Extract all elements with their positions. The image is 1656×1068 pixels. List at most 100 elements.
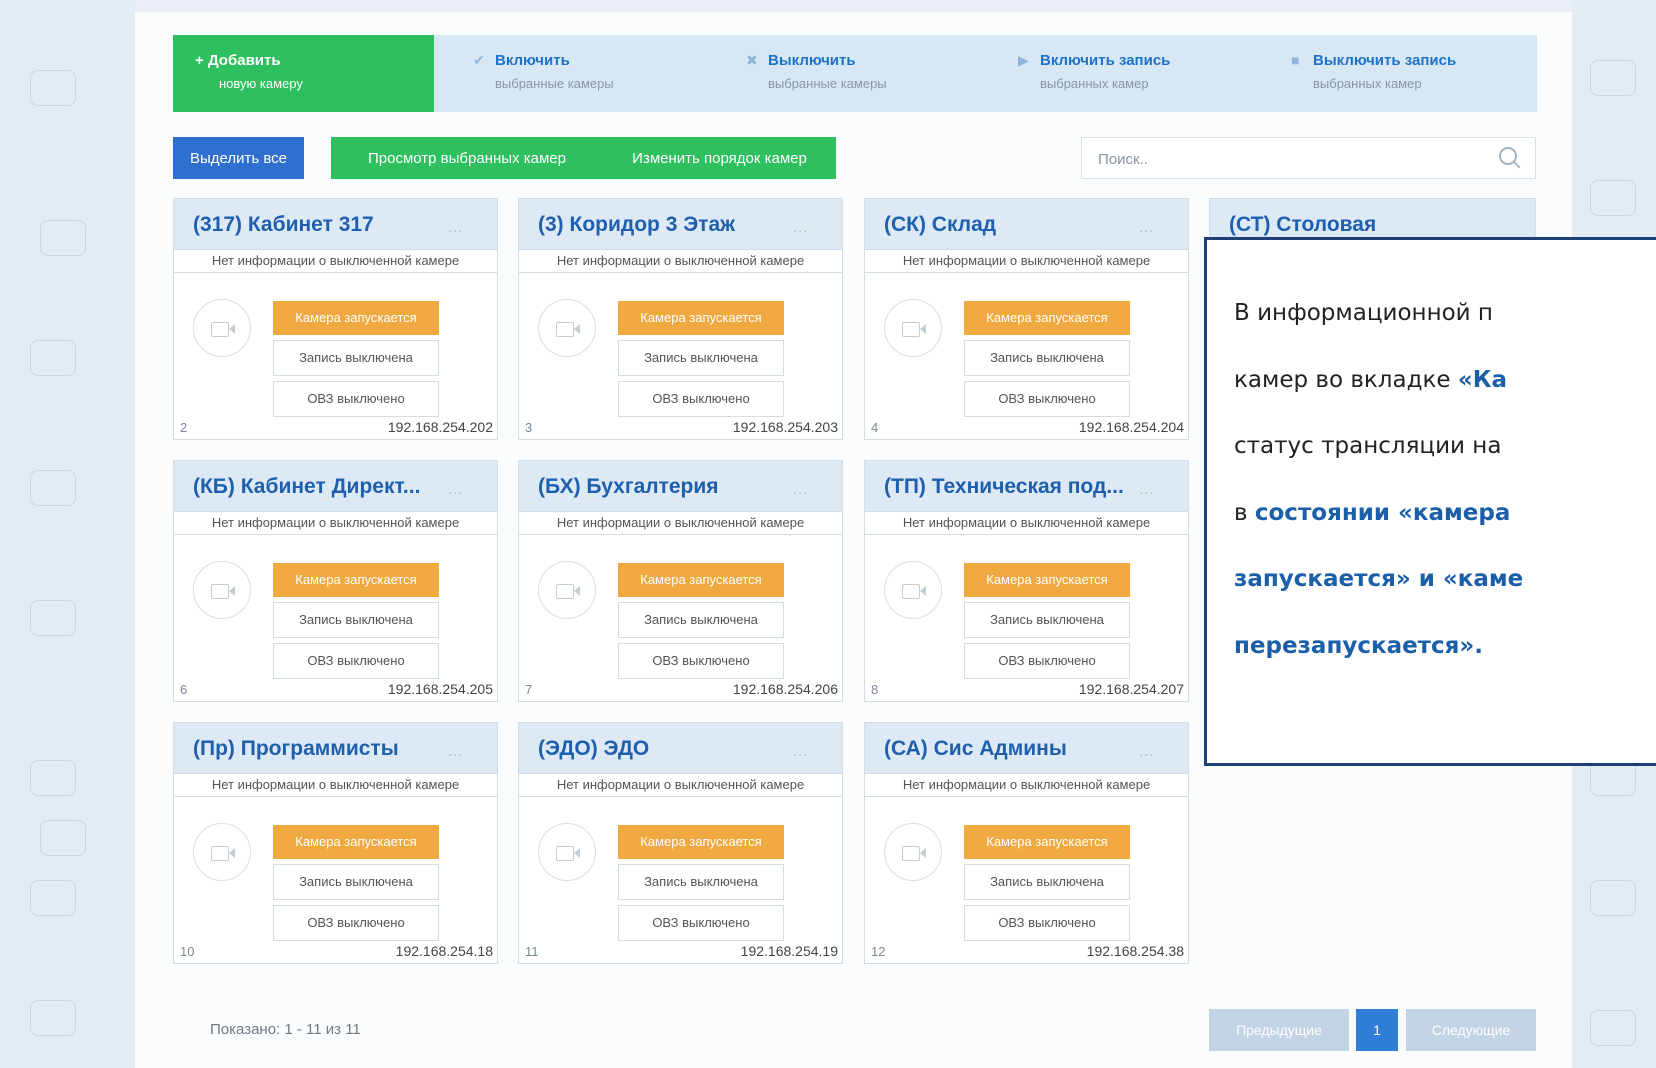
camera-number: 12 <box>871 944 886 959</box>
camera-menu-button[interactable]: ... <box>793 481 808 497</box>
camera-number: 10 <box>180 944 195 959</box>
camera-card-title[interactable]: (КБ) Кабинет Директ... <box>193 475 420 499</box>
camera-info-text: Нет информации о выключенной камере <box>865 773 1188 797</box>
next-page-button[interactable]: Следующие <box>1406 1009 1536 1051</box>
camera-ip: 192.168.254.203 <box>732 419 838 435</box>
camera-ip: 192.168.254.204 <box>1078 419 1184 435</box>
camera-info-text: Нет информации о выключенной камере <box>174 773 497 797</box>
camera-card-title[interactable]: (3) Коридор 3 Этаж <box>538 213 735 237</box>
camera-card-title[interactable]: (СА) Сис Админы <box>884 737 1067 761</box>
camera-ip: 192.168.254.205 <box>387 681 493 697</box>
camera-card[interactable]: (ТП) Техническая под...... Нет информации… <box>864 460 1189 702</box>
camera-card[interactable]: (КБ) Кабинет Директ...... Нет информации … <box>173 460 498 702</box>
info-overlay-text: В информационной п камер во вкладке «Ка ст… <box>1234 280 1656 679</box>
camera-menu-button[interactable]: ... <box>448 743 463 759</box>
cross-icon: ✖ <box>746 52 758 68</box>
overlay-text: камер во вкладке <box>1234 366 1458 393</box>
stop-icon: ■ <box>1291 52 1300 68</box>
background-folder-icon <box>40 820 86 856</box>
camera-icon <box>538 823 596 881</box>
camera-icon <box>538 299 596 357</box>
overlay-highlight: запускается» и «каме <box>1234 566 1524 592</box>
camera-number: 11 <box>525 944 539 959</box>
camera-card[interactable]: (СК) Склад... Нет информации о выключенно… <box>864 198 1189 440</box>
add-camera-label: + Добавить <box>195 52 281 69</box>
camera-info-text: Нет информации о выключенной камере <box>519 511 842 535</box>
camera-menu-button[interactable]: ... <box>448 481 463 497</box>
camera-info-text: Нет информации о выключенной камере <box>865 249 1188 273</box>
camera-ip: 192.168.254.206 <box>732 681 838 697</box>
camera-number: 2 <box>180 420 188 435</box>
camera-icon <box>884 299 942 357</box>
status-recording-badge: Запись выключена <box>273 864 439 900</box>
camera-menu-button[interactable]: ... <box>793 743 808 759</box>
camera-card-title: (СТ) Столовая <box>1229 213 1377 236</box>
camera-icon <box>193 299 251 357</box>
status-ovz-badge: ОВЗ выключено <box>618 643 784 679</box>
camera-card-title[interactable]: (317) Кабинет 317 <box>193 213 374 237</box>
search-icon[interactable] <box>1499 147 1517 165</box>
toolbar-action-sublabel: выбранные камеры <box>768 76 887 91</box>
camera-card[interactable]: (317) Кабинет 317... Нет информации о вык… <box>173 198 498 440</box>
camera-card-title[interactable]: (Пр) Программисты <box>193 737 399 761</box>
toolbar-action-4[interactable]: ■ Выключить запись выбранных камер <box>1291 35 1531 112</box>
select-all-button[interactable]: Выделить все <box>173 137 304 179</box>
camera-icon <box>884 823 942 881</box>
toolbar-action-sublabel: выбранных камер <box>1040 76 1149 91</box>
background-folder-icon <box>30 880 76 916</box>
status-starting-badge: Камера запускается <box>964 563 1130 597</box>
camera-icon <box>538 561 596 619</box>
camera-card[interactable]: (3) Коридор 3 Этаж... Нет информации о вы… <box>518 198 843 440</box>
reorder-cameras-button[interactable]: Изменить порядок камер <box>603 137 836 179</box>
status-ovz-badge: ОВЗ выключено <box>618 381 784 417</box>
camera-card-title[interactable]: (БХ) Бухгалтерия <box>538 475 719 499</box>
status-ovz-badge: ОВЗ выключено <box>964 643 1130 679</box>
status-recording-badge: Запись выключена <box>618 602 784 638</box>
camera-card[interactable]: (СА) Сис Админы... Нет информации о выклю… <box>864 722 1189 964</box>
page-1-button[interactable]: 1 <box>1356 1009 1398 1051</box>
camera-icon <box>193 823 251 881</box>
camera-card-title[interactable]: (ТП) Техническая под... <box>884 475 1124 499</box>
view-selected-button[interactable]: Просмотр выбранных камер <box>331 137 603 179</box>
search-box <box>1081 137 1536 179</box>
status-recording-badge: Запись выключена <box>618 864 784 900</box>
toolbar-action-label: Включить <box>495 52 570 69</box>
camera-menu-button[interactable]: ... <box>1139 219 1154 235</box>
camera-number: 6 <box>180 682 188 697</box>
play-icon: ▶ <box>1018 52 1029 68</box>
camera-ip: 192.168.254.38 <box>1086 943 1184 959</box>
camera-card-title[interactable]: (ЭДО) ЭДО <box>538 737 649 761</box>
camera-card[interactable]: (БХ) Бухгалтерия... Нет информации о выкл… <box>518 460 843 702</box>
previous-page-button[interactable]: Предыдущие <box>1209 1009 1349 1051</box>
status-ovz-badge: ОВЗ выключено <box>618 905 784 941</box>
camera-card[interactable]: (Пр) Программисты... Нет информации о вык… <box>173 722 498 964</box>
camera-info-text: Нет информации о выключенной камере <box>519 773 842 797</box>
status-recording-badge: Запись выключена <box>273 340 439 376</box>
toolbar-action-label: Выключить <box>768 52 856 69</box>
camera-menu-button[interactable]: ... <box>1139 743 1154 759</box>
camera-number: 8 <box>871 682 879 697</box>
camera-ip: 192.168.254.207 <box>1078 681 1184 697</box>
camera-card[interactable]: (ЭДО) ЭДО... Нет информации о выключенной… <box>518 722 843 964</box>
search-input[interactable] <box>1092 144 1480 174</box>
background-folder-icon <box>1590 880 1636 916</box>
toolbar-action-1[interactable]: ✔ Включить выбранные камеры <box>473 35 713 112</box>
toolbar-action-3[interactable]: ▶ Включить запись выбранных камер <box>1018 35 1258 112</box>
background-folder-icon <box>30 340 76 376</box>
status-ovz-badge: ОВЗ выключено <box>273 381 439 417</box>
camera-ip: 192.168.254.19 <box>740 943 838 959</box>
status-starting-badge: Камера запускается <box>964 825 1130 859</box>
toolbar-action-sublabel: выбранных камер <box>1313 76 1422 91</box>
camera-menu-button[interactable]: ... <box>793 219 808 235</box>
overlay-line: перезапускается». <box>1234 613 1656 680</box>
overlay-highlight: состоянии «камера <box>1254 499 1511 526</box>
camera-menu-button[interactable]: ... <box>448 219 463 235</box>
status-starting-badge: Камера запускается <box>273 563 439 597</box>
camera-menu-button[interactable]: ... <box>1139 481 1154 497</box>
camera-card-title[interactable]: (СК) Склад <box>884 213 996 237</box>
toolbar-action-2[interactable]: ✖ Выключить выбранные камеры <box>746 35 986 112</box>
background-folder-icon <box>30 600 76 636</box>
camera-info-text: Нет информации о выключенной камере <box>865 511 1188 535</box>
background-folder-icon <box>1590 180 1636 216</box>
add-camera-button[interactable]: + Добавить новую камеру <box>173 35 434 112</box>
